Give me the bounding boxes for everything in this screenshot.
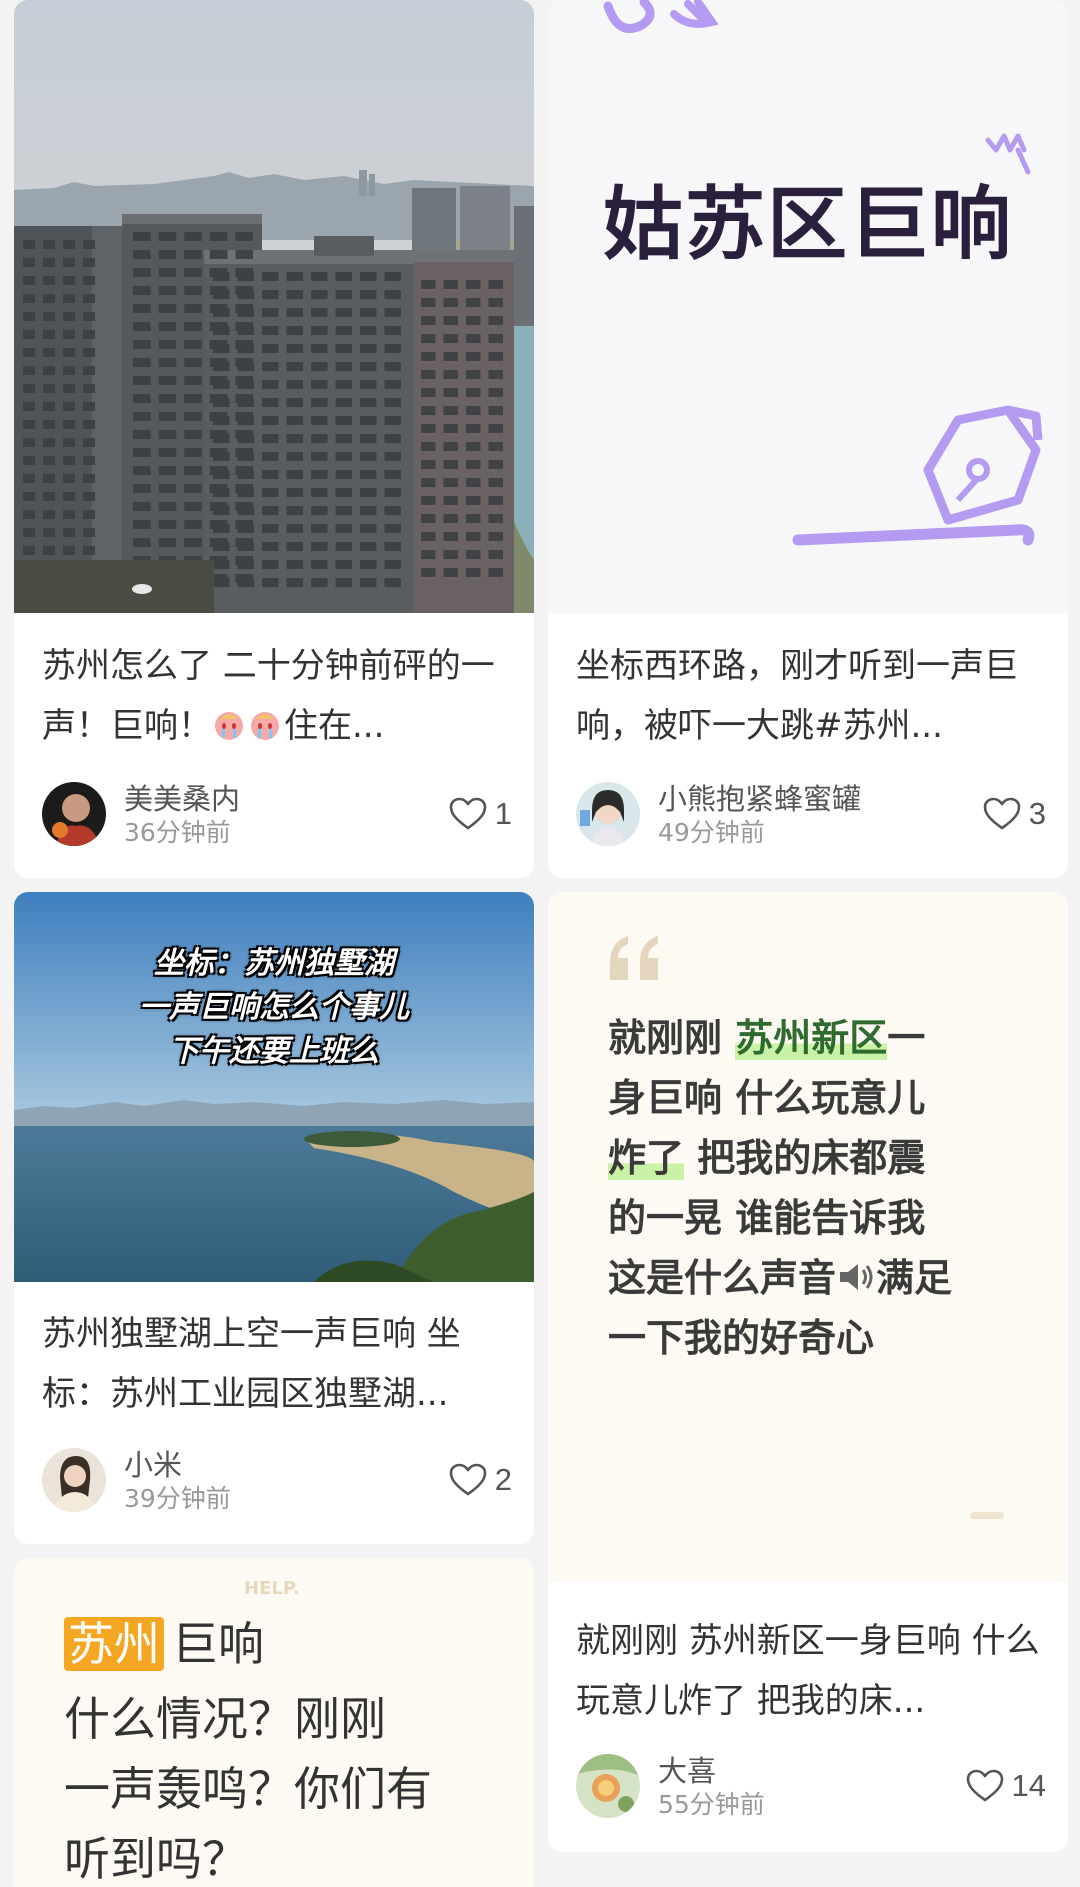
like-count: 2 bbox=[494, 1462, 512, 1497]
speaker-icon bbox=[840, 1264, 873, 1290]
author-name[interactable]: 美美桑内 bbox=[124, 782, 240, 816]
like-button[interactable]: 3 bbox=[983, 794, 1046, 834]
post-author-row: 小米 39分钟前 2 bbox=[42, 1448, 512, 1514]
post-time: 36分钟前 bbox=[124, 818, 231, 847]
title-text: 巨响 bbox=[172, 1617, 264, 1671]
author-name[interactable]: 小米 bbox=[124, 1448, 182, 1482]
quote-line: 的一晃 谁能告诉我 bbox=[608, 1196, 926, 1240]
post-card-4[interactable]: 就刚刚 苏州新区一 身巨响 什么玩意儿 炸了 把我的床都震 的一晃 谁能告诉我 … bbox=[548, 892, 1068, 1852]
caption-text: 苏州独墅湖上空一声巨响 坐标：苏州工业园区独墅湖... bbox=[42, 1314, 461, 1414]
quote-line: 炸了 把我的床都震 bbox=[608, 1136, 926, 1180]
heart-icon bbox=[966, 1769, 1003, 1802]
caption-text-tail: 住在... bbox=[284, 706, 385, 746]
like-button[interactable]: 14 bbox=[966, 1766, 1046, 1806]
help-body: 什么情况？刚刚 一声轰鸣？你们有 听到吗？ bbox=[64, 1684, 432, 1887]
author-name[interactable]: 大喜 bbox=[658, 1754, 716, 1788]
quote-line: 一下我的好奇心 bbox=[608, 1316, 875, 1360]
buildings-photo bbox=[14, 0, 534, 613]
heart-icon bbox=[449, 1463, 487, 1496]
cover-overlay-text: 坐标：苏州独墅湖 一声巨响怎么个事儿 下午还要上班么 bbox=[14, 942, 534, 1074]
like-count: 1 bbox=[494, 796, 512, 831]
quote-line: 身巨响 什么玩意儿 bbox=[608, 1076, 926, 1120]
cover-line: 下午还要上班么 bbox=[169, 1034, 379, 1069]
post-caption[interactable]: 就刚刚 苏州新区一身巨响 什么玩意儿炸了 把我的床... bbox=[576, 1611, 1040, 1731]
post-time: 49分钟前 bbox=[658, 818, 765, 847]
like-count: 3 bbox=[1028, 796, 1046, 831]
post-author-row: 小熊抱紧蜂蜜罐 49分钟前 3 bbox=[576, 782, 1046, 848]
post-cover-image[interactable] bbox=[14, 0, 534, 613]
post-card-1[interactable]: 苏州怎么了 二十分钟前砰的一声！巨响！ 住在... 美美桑内 36分钟前 1 bbox=[14, 0, 534, 878]
like-button[interactable]: 1 bbox=[449, 794, 512, 834]
heart-icon bbox=[449, 797, 487, 830]
post-caption[interactable]: 坐标西环路，刚才听到一声巨响，被吓一大跳#苏州... bbox=[576, 636, 1040, 756]
avatar[interactable] bbox=[42, 1448, 106, 1512]
body-line: 听到吗？ bbox=[64, 1832, 248, 1886]
post-caption[interactable]: 苏州独墅湖上空一声巨响 坐标：苏州工业园区独墅湖... bbox=[42, 1304, 506, 1424]
quote-line: 就刚刚 苏州新区一 bbox=[608, 1016, 926, 1060]
caption-text: 就刚刚 苏州新区一身巨响 什么玩意儿炸了 把我的床... bbox=[576, 1621, 1040, 1721]
post-caption[interactable]: 苏州怎么了 二十分钟前砰的一声！巨响！ 住在... bbox=[42, 636, 506, 756]
post-cover-image[interactable]: 就刚刚 苏州新区一 身巨响 什么玩意儿 炸了 把我的床都震 的一晃 谁能告诉我 … bbox=[548, 892, 1068, 1582]
post-time: 55分钟前 bbox=[658, 1790, 765, 1819]
title-graphic bbox=[603, 0, 1043, 546]
post-cover-image[interactable]: 姑苏区巨响 bbox=[548, 0, 1068, 613]
post-card-3[interactable]: 坐标：苏州独墅湖 一声巨响怎么个事儿 下午还要上班么 苏州独墅湖上空一声巨响 坐… bbox=[14, 892, 534, 1544]
quote-text: 就刚刚 苏州新区一 身巨响 什么玩意儿 炸了 把我的床都震 的一晃 谁能告诉我 … bbox=[608, 1008, 1038, 1368]
help-title: 苏州 巨响 bbox=[64, 1612, 264, 1676]
post-author-row: 美美桑内 36分钟前 1 bbox=[42, 782, 512, 848]
crying-face-icon bbox=[215, 712, 243, 740]
quote-line: 这是什么声音 满足 bbox=[608, 1256, 953, 1300]
body-line: 一声轰鸣？你们有 bbox=[64, 1762, 432, 1816]
heart-icon bbox=[983, 797, 1021, 830]
avatar[interactable] bbox=[576, 1754, 640, 1818]
post-cover-image[interactable]: 坐标：苏州独墅湖 一声巨响怎么个事儿 下午还要上班么 bbox=[14, 892, 534, 1282]
post-card-2[interactable]: 姑苏区巨响 坐标西环路，刚才听到一声巨响，被吓一大跳#苏州... 小熊抱紧蜂蜜罐… bbox=[548, 0, 1068, 878]
help-tag: HELP. bbox=[244, 1578, 300, 1599]
body-line: 什么情况？刚刚 bbox=[64, 1692, 386, 1746]
like-button[interactable]: 2 bbox=[449, 1460, 512, 1500]
avatar[interactable] bbox=[576, 782, 640, 846]
post-time: 39分钟前 bbox=[124, 1484, 231, 1513]
crying-face-icon bbox=[251, 712, 279, 740]
post-author-row: 大喜 55分钟前 14 bbox=[576, 1754, 1046, 1820]
like-count: 14 bbox=[1011, 1768, 1046, 1803]
cover-line: 坐标：苏州独墅湖 bbox=[154, 946, 394, 981]
cover-line: 一声巨响怎么个事儿 bbox=[139, 990, 409, 1025]
post-card-5[interactable]: HELP. 苏州 巨响 什么情况？刚刚 一声轰鸣？你们有 听到吗？ bbox=[14, 1558, 534, 1887]
title-highlight: 苏州 bbox=[64, 1617, 164, 1671]
caption-text: 坐标西环路，刚才听到一声巨响，被吓一大跳#苏州... bbox=[576, 646, 1018, 746]
author-name[interactable]: 小熊抱紧蜂蜜罐 bbox=[658, 782, 861, 816]
cover-title: 姑苏区巨响 bbox=[603, 178, 1013, 271]
avatar[interactable] bbox=[42, 782, 106, 846]
